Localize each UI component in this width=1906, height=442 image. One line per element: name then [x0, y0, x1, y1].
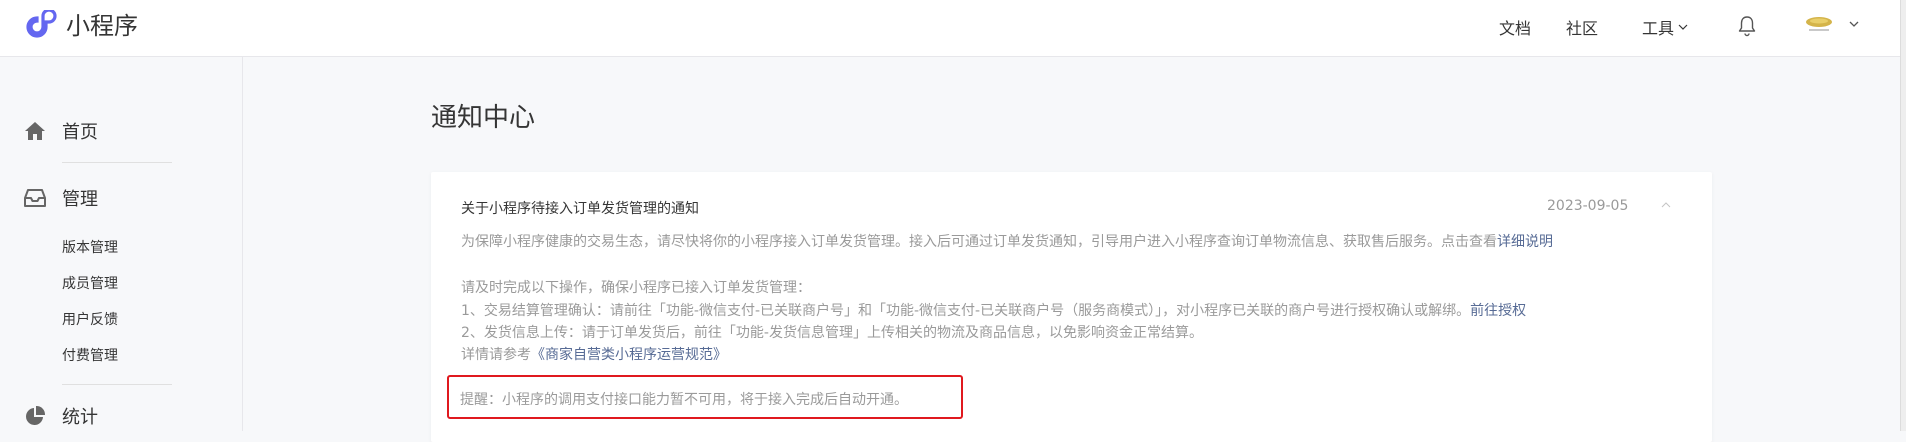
- nav-docs[interactable]: 文档: [1499, 15, 1531, 39]
- nav-community[interactable]: 社区: [1566, 15, 1598, 39]
- page-title: 通知中心: [431, 103, 536, 133]
- bell-icon[interactable]: [1737, 15, 1757, 37]
- nav-tools[interactable]: 工具: [1642, 15, 1688, 39]
- sidebar: [0, 57, 243, 431]
- home-icon: [25, 122, 45, 140]
- reminder-text: 提醒：小程序的调用支付接口能力暂不可用，将于接入完成后自动开通。: [460, 392, 908, 408]
- sidebar-item-manage[interactable]: 管理: [24, 185, 98, 211]
- top-bar: 小程序 文档 社区 工具: [0, 0, 1900, 57]
- notice-intro-text: 为保障小程序健康的交易生态，请尽快将你的小程序接入订单发货管理。接入后可通过订单…: [461, 234, 1497, 250]
- inbox-icon: [24, 189, 46, 207]
- steps-heading: 请及时完成以下操作，确保小程序已接入订单发货管理：: [461, 280, 811, 296]
- notice-title[interactable]: 关于小程序待接入订单发货管理的通知: [461, 198, 699, 218]
- avatar[interactable]: [1804, 14, 1834, 36]
- details-link[interactable]: 详细说明: [1497, 234, 1553, 250]
- divider: [62, 384, 172, 385]
- rules-link[interactable]: 《商家自营类小程序运营规范》: [531, 347, 727, 363]
- sidebar-item-label: 管理: [62, 189, 98, 210]
- details-reference: 详情请参考《商家自营类小程序运营规范》: [461, 344, 727, 364]
- authorize-link[interactable]: 前往授权: [1470, 303, 1526, 319]
- notice-date: 2023-09-05: [1547, 198, 1629, 214]
- notice-intro: 为保障小程序健康的交易生态，请尽快将你的小程序接入订单发货管理。接入后可通过订单…: [461, 231, 1553, 251]
- nav-tools-label: 工具: [1642, 19, 1675, 38]
- sidebar-item-label: 统计: [62, 407, 98, 428]
- divider: [62, 162, 172, 163]
- pie-chart-icon: [26, 405, 46, 425]
- sidebar-item-version[interactable]: 版本管理: [62, 237, 118, 257]
- sidebar-item-feedback[interactable]: 用户反馈: [62, 309, 118, 329]
- details-prefix: 详情请参考: [461, 347, 531, 363]
- miniprogram-logo-icon[interactable]: [24, 10, 58, 44]
- scrollbar[interactable]: [1900, 0, 1906, 431]
- collapse-icon[interactable]: [1661, 202, 1671, 208]
- step-1-text: 1、交易结算管理确认：请前往「功能-微信支付-已关联商户号」和「功能-微信支付-…: [461, 303, 1471, 319]
- step-1: 1、交易结算管理确认：请前往「功能-微信支付-已关联商户号」和「功能-微信支付-…: [461, 300, 1526, 320]
- sidebar-item-label: 首页: [62, 122, 98, 143]
- sidebar-item-billing[interactable]: 付费管理: [62, 345, 118, 365]
- sidebar-item-home[interactable]: 首页: [24, 118, 98, 144]
- step-2: 2、发货信息上传：请于订单发货后，前往「功能-发货信息管理」上传相关的物流及商品…: [461, 325, 1203, 341]
- sidebar-item-stats[interactable]: 统计: [24, 403, 98, 429]
- sidebar-item-members[interactable]: 成员管理: [62, 273, 118, 293]
- chevron-down-icon[interactable]: [1848, 18, 1860, 30]
- chevron-down-icon: [1678, 24, 1688, 30]
- brand-title[interactable]: 小程序: [66, 10, 138, 42]
